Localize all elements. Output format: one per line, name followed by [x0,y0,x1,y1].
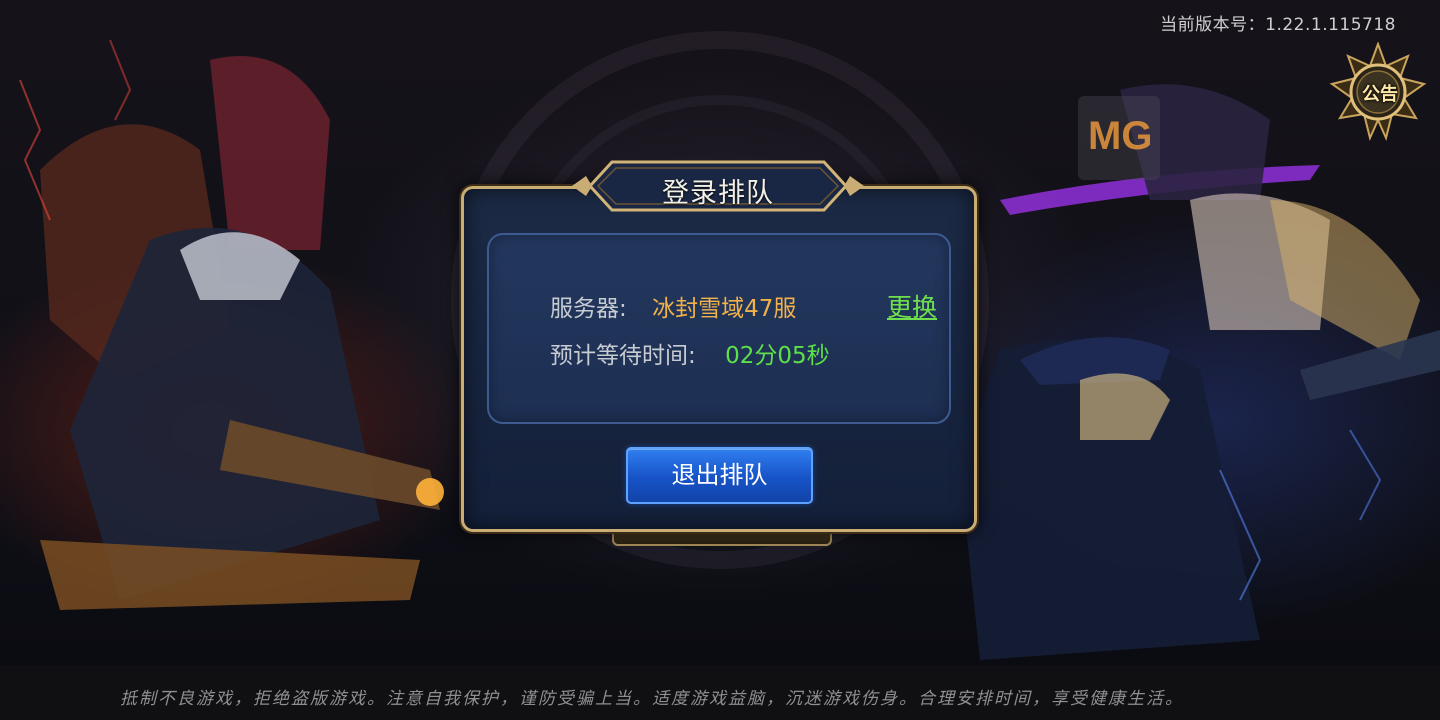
exit-queue-button[interactable]: 退出排队 [626,447,813,504]
wait-time-value: 02分05秒 [725,343,830,369]
server-row: 服务器: 冰封雪域47服 [550,289,796,323]
dialog-bottom-ornament [612,532,832,546]
queue-info-panel [487,233,951,424]
notice-button-label: 公告 [1362,84,1398,105]
login-queue-screen: 当前版本号：1.22.1.115718 MG 公告 登录排队 服务器: 冰封雪域… [0,0,1440,720]
dialog-title: 登录排队 [662,178,774,209]
version-number: 当前版本号：1.22.1.115718 [1160,15,1396,35]
wait-time-row: 预计等待时间: 02分05秒 [550,336,830,370]
mg-watermark-text: MG [1088,114,1153,158]
change-server-link[interactable]: 更换 [887,288,937,324]
wait-time-label: 预计等待时间: [550,343,696,369]
mg-watermark-logo: MG [1078,96,1160,180]
server-label: 服务器: [550,296,627,322]
notice-button[interactable]: 公告 [1328,41,1428,142]
dialog-title-plate: 登录排队 [568,158,868,214]
health-gaming-notice: 抵制不良游戏，拒绝盗版游戏。注意自我保护，谨防受骗上当。适度游戏益脑，沉迷游戏伤… [120,689,1184,709]
server-name: 冰封雪域47服 [652,296,797,322]
